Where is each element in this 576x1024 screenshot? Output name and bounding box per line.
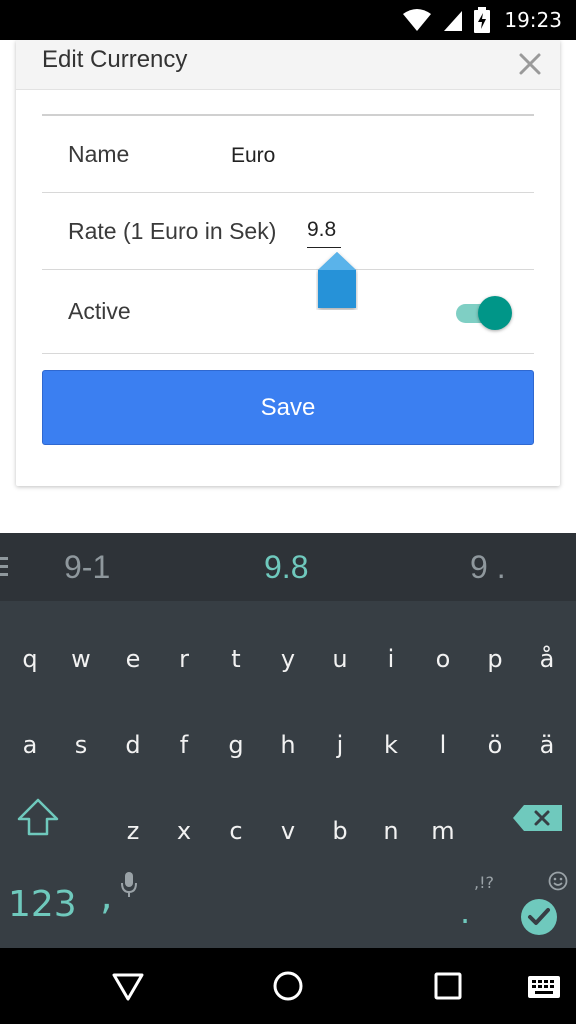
keyboard: q w e r t y u i o p å a s d f g h j k l … xyxy=(0,601,576,948)
key-r[interactable]: r xyxy=(164,645,204,673)
suggestion-center[interactable]: 9.8 xyxy=(264,549,308,586)
save-button-label: Save xyxy=(260,393,316,421)
keyboard-switch-icon[interactable] xyxy=(526,968,562,1004)
key-m[interactable]: m xyxy=(423,817,463,845)
key-h[interactable]: h xyxy=(268,731,308,759)
navigation-bar xyxy=(0,948,576,1024)
key-l[interactable]: l xyxy=(423,731,463,759)
key-c[interactable]: c xyxy=(216,817,256,845)
key-s[interactable]: s xyxy=(61,731,101,759)
key-k[interactable]: k xyxy=(371,731,411,759)
text-cursor-handle[interactable] xyxy=(316,250,358,310)
divider xyxy=(42,269,534,270)
microphone-icon[interactable] xyxy=(120,871,138,899)
dialog-header: Edit Currency xyxy=(16,40,560,90)
enter-check-icon[interactable] xyxy=(520,898,558,936)
save-button[interactable]: Save xyxy=(42,370,534,445)
key-d[interactable]: d xyxy=(113,731,153,759)
key-a[interactable]: a xyxy=(10,731,50,759)
rate-input[interactable]: 9.8 xyxy=(307,218,341,248)
spacebar[interactable] xyxy=(150,871,450,931)
divider xyxy=(42,192,534,193)
key-n[interactable]: n xyxy=(371,817,411,845)
comma-key[interactable]: , xyxy=(100,873,113,919)
key-b[interactable]: b xyxy=(320,817,360,845)
battery-charging-icon xyxy=(474,7,491,33)
key-u[interactable]: u xyxy=(320,645,360,673)
suggestion-bar: 9-1 9.8 9 . xyxy=(0,533,576,601)
active-label: Active xyxy=(68,298,131,324)
key-o[interactable]: o xyxy=(423,645,463,673)
wifi-icon xyxy=(403,9,432,31)
name-value[interactable]: Euro xyxy=(231,144,275,168)
name-label: Name xyxy=(68,141,130,167)
close-icon[interactable] xyxy=(514,48,546,80)
cell-signal-icon xyxy=(444,11,463,31)
key-j[interactable]: j xyxy=(320,731,360,759)
key-i[interactable]: i xyxy=(371,645,411,673)
rate-label: Rate (1 Euro in Sek) xyxy=(68,218,277,244)
recents-icon[interactable] xyxy=(430,968,466,1004)
punctuation-hint: ,!? xyxy=(474,873,494,892)
divider xyxy=(42,353,534,354)
active-toggle[interactable] xyxy=(454,296,514,330)
dialog-title: Edit Currency xyxy=(42,46,188,73)
key-t[interactable]: t xyxy=(216,645,256,673)
emoji-icon[interactable] xyxy=(548,871,568,891)
home-icon[interactable] xyxy=(270,968,306,1004)
shift-icon[interactable] xyxy=(16,797,60,837)
suggestion-right[interactable]: 9 . xyxy=(470,549,506,586)
backspace-icon[interactable] xyxy=(512,803,564,833)
key-z[interactable]: z xyxy=(113,817,153,845)
key-x[interactable]: x xyxy=(164,817,204,845)
status-bar: 19:23 xyxy=(0,0,576,40)
key-q[interactable]: q xyxy=(10,645,50,673)
key-a-ring[interactable]: å xyxy=(527,645,567,673)
key-g[interactable]: g xyxy=(216,731,256,759)
period-key[interactable]: . xyxy=(460,893,470,931)
menu-handle-icon xyxy=(0,557,8,576)
toggle-thumb xyxy=(478,296,512,330)
key-y[interactable]: y xyxy=(268,645,308,673)
divider xyxy=(42,114,534,116)
key-v[interactable]: v xyxy=(268,817,308,845)
key-p[interactable]: p xyxy=(475,645,515,673)
key-a-umlaut[interactable]: ä xyxy=(527,731,567,759)
suggestion-left[interactable]: 9-1 xyxy=(64,549,110,586)
key-f[interactable]: f xyxy=(164,731,204,759)
key-w[interactable]: w xyxy=(61,645,101,673)
symbols-key[interactable]: 123 xyxy=(8,884,77,925)
key-e[interactable]: e xyxy=(113,645,153,673)
back-icon[interactable] xyxy=(110,968,146,1004)
status-time: 19:23 xyxy=(504,8,562,32)
edit-currency-dialog: Edit Currency Name Euro Rate (1 Euro in … xyxy=(16,40,560,486)
key-o-umlaut[interactable]: ö xyxy=(475,731,515,759)
